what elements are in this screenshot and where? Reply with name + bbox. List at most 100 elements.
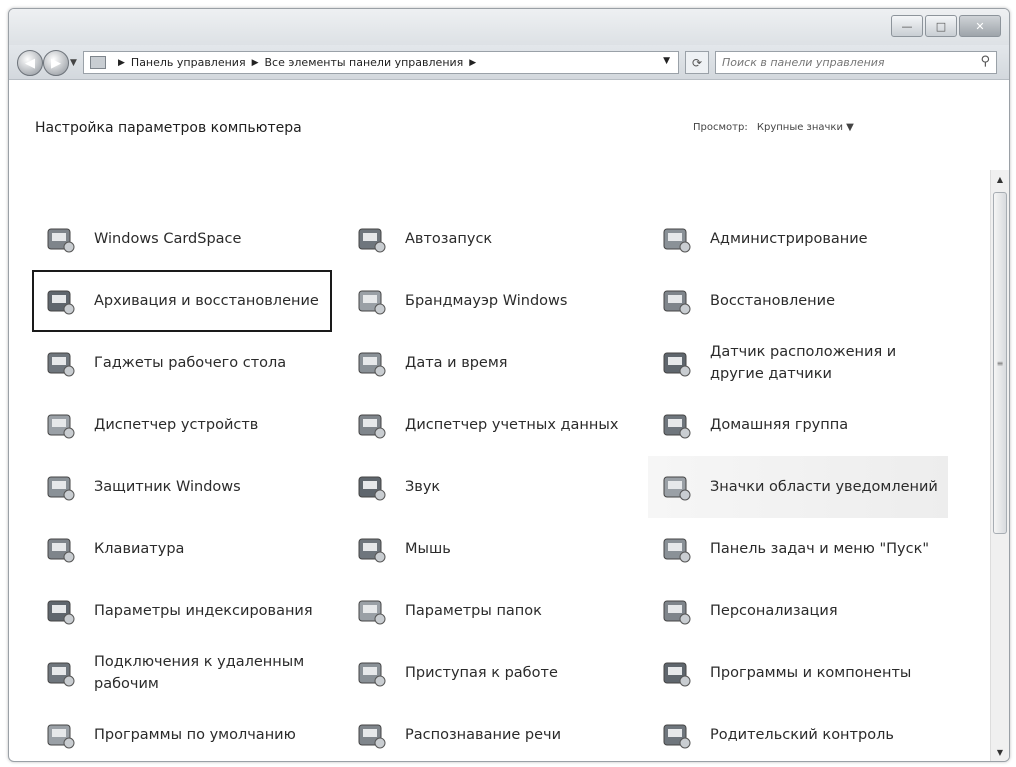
indexing-icon xyxy=(42,593,78,629)
chevron-right-icon[interactable]: ▶ xyxy=(469,58,476,68)
default-programs-icon xyxy=(42,717,78,753)
scroll-up-arrow-icon[interactable]: ▲ xyxy=(991,170,1009,188)
search-input[interactable] xyxy=(716,55,969,70)
history-dropdown-icon[interactable]: ▼ xyxy=(70,58,77,68)
search-icon[interactable]: ⚲ xyxy=(980,54,990,69)
gadgets-icon xyxy=(42,345,78,381)
getting-started-icon xyxy=(353,655,389,691)
control-panel-icon xyxy=(90,56,106,69)
control-panel-item[interactable]: Программы и компоненты xyxy=(648,642,948,704)
control-panel-item[interactable]: Приступая к работе xyxy=(343,642,643,704)
item-label: Параметры индексирования xyxy=(94,603,313,619)
control-panel-item[interactable]: Панель задач и меню "Пуск" xyxy=(648,518,948,580)
item-label: Восстановление xyxy=(710,293,836,309)
search-box[interactable]: ⚲ xyxy=(715,51,997,74)
item-label: Архивация и восстановление xyxy=(94,293,319,309)
close-button[interactable]: ✕ xyxy=(959,15,1001,37)
control-panel-item[interactable]: Значки области уведомлений xyxy=(648,456,948,518)
item-label: Автозапуск xyxy=(405,231,493,247)
breadcrumb-all-items[interactable]: Все элементы панели управления xyxy=(265,56,464,69)
mouse-icon xyxy=(353,531,389,567)
parental-controls-icon xyxy=(658,717,694,753)
breadcrumb-control-panel[interactable]: Панель управления xyxy=(131,56,246,69)
control-panel-window: — □ ✕ ◀ ▶ ▼ ▶ Панель управления ▶ Все эл… xyxy=(8,8,1010,762)
forward-button[interactable]: ▶ xyxy=(43,50,69,76)
control-panel-item[interactable]: Автозапуск xyxy=(343,208,643,270)
vertical-scrollbar[interactable]: ▲ ≡ ▼ xyxy=(990,170,1009,761)
sensor-icon xyxy=(658,345,694,381)
control-panel-item[interactable]: Диспетчер устройств xyxy=(32,394,332,456)
item-label: Персонализация xyxy=(710,603,838,619)
taskbar-icon xyxy=(658,531,694,567)
chevron-right-icon[interactable]: ▶ xyxy=(118,58,125,68)
speaker-icon xyxy=(353,469,389,505)
control-panel-item[interactable]: Домашняя группа xyxy=(648,394,948,456)
control-panel-item[interactable]: Программы по умолчанию xyxy=(32,704,332,761)
remote-desktop-icon xyxy=(42,655,78,691)
keyboard-icon xyxy=(42,531,78,567)
item-label: Брандмауэр Windows xyxy=(405,293,568,309)
content-header: Настройка параметров компьютера Просмотр… xyxy=(9,80,1009,170)
maximize-button[interactable]: □ xyxy=(925,15,957,37)
backup-icon xyxy=(42,283,78,319)
refresh-icon: ⟳ xyxy=(691,55,703,70)
item-label: Клавиатура xyxy=(94,541,185,557)
defender-icon xyxy=(42,469,78,505)
autoplay-icon xyxy=(353,221,389,257)
item-label: Значки области уведомлений xyxy=(710,479,938,495)
control-panel-item[interactable]: Диспетчер учетных данных xyxy=(343,394,643,456)
item-label: Параметры папок xyxy=(405,603,542,619)
control-panel-item[interactable]: Датчик расположения и другие датчики xyxy=(648,332,948,394)
view-by: Просмотр: Крупные значки ▼ xyxy=(693,122,854,133)
item-label: Администрирование xyxy=(710,231,868,247)
control-panel-item[interactable]: Персонализация xyxy=(648,580,948,642)
item-label: Родительский контроль xyxy=(710,727,894,743)
device-manager-icon xyxy=(42,407,78,443)
control-panel-item[interactable]: Архивация и восстановление xyxy=(32,270,332,332)
control-panel-item[interactable]: Мышь xyxy=(343,518,643,580)
refresh-button[interactable]: ⟳ xyxy=(685,51,709,74)
back-button[interactable]: ◀ xyxy=(17,50,43,76)
control-panel-item[interactable]: Подключения к удаленным рабочим xyxy=(32,642,332,704)
control-panel-item[interactable]: Брандмауэр Windows xyxy=(343,270,643,332)
control-panel-item[interactable]: Гаджеты рабочего стола xyxy=(32,332,332,394)
arrow-right-icon: ▶ xyxy=(51,55,61,71)
view-by-dropdown[interactable]: Крупные значки ▼ xyxy=(757,122,854,133)
item-label: Мышь xyxy=(405,541,451,557)
title-bar: — □ ✕ xyxy=(9,9,1009,45)
item-label: Дата и время xyxy=(405,355,508,371)
item-label: Windows CardSpace xyxy=(94,231,242,247)
control-panel-item[interactable]: Восстановление xyxy=(648,270,948,332)
control-panel-item[interactable]: Дата и время xyxy=(343,332,643,394)
control-panel-item[interactable]: Windows CardSpace xyxy=(32,208,332,270)
view-by-label: Просмотр: xyxy=(693,122,748,133)
control-panel-item[interactable]: Звук xyxy=(343,456,643,518)
control-panel-item[interactable]: Распознавание речи xyxy=(343,704,643,761)
item-label: Программы по умолчанию xyxy=(94,727,296,743)
item-label: Подключения к удаленным рабочим xyxy=(94,654,305,692)
page-title: Настройка параметров компьютера xyxy=(35,120,302,136)
control-panel-item[interactable]: Администрирование xyxy=(648,208,948,270)
chevron-right-icon[interactable]: ▶ xyxy=(252,58,259,68)
control-panel-item[interactable]: Параметры индексирования xyxy=(32,580,332,642)
notification-area-icon xyxy=(658,469,694,505)
arrow-left-icon: ◀ xyxy=(25,55,35,71)
item-label: Программы и компоненты xyxy=(710,665,912,681)
control-panel-item[interactable]: Родительский контроль xyxy=(648,704,948,761)
scroll-thumb[interactable]: ≡ xyxy=(993,192,1007,534)
programs-icon xyxy=(658,655,694,691)
personalization-icon xyxy=(658,593,694,629)
cardspace-icon xyxy=(42,221,78,257)
address-dropdown-icon[interactable]: ▼ xyxy=(663,56,670,66)
items-grid: Windows CardSpace Автозапуск Администриров… xyxy=(9,170,991,761)
control-panel-item[interactable]: Параметры папок xyxy=(343,580,643,642)
address-bar[interactable]: ▶ Панель управления ▶ Все элементы панел… xyxy=(83,51,679,74)
control-panel-item[interactable]: Клавиатура xyxy=(32,518,332,580)
scroll-down-arrow-icon[interactable]: ▼ xyxy=(991,743,1009,761)
item-label: Домашняя группа xyxy=(710,417,849,433)
minimize-button[interactable]: — xyxy=(891,15,923,37)
control-panel-item[interactable]: Защитник Windows xyxy=(32,456,332,518)
item-label: Панель задач и меню "Пуск" xyxy=(710,541,930,557)
firewall-icon xyxy=(353,283,389,319)
window-controls: — □ ✕ xyxy=(891,15,1001,37)
